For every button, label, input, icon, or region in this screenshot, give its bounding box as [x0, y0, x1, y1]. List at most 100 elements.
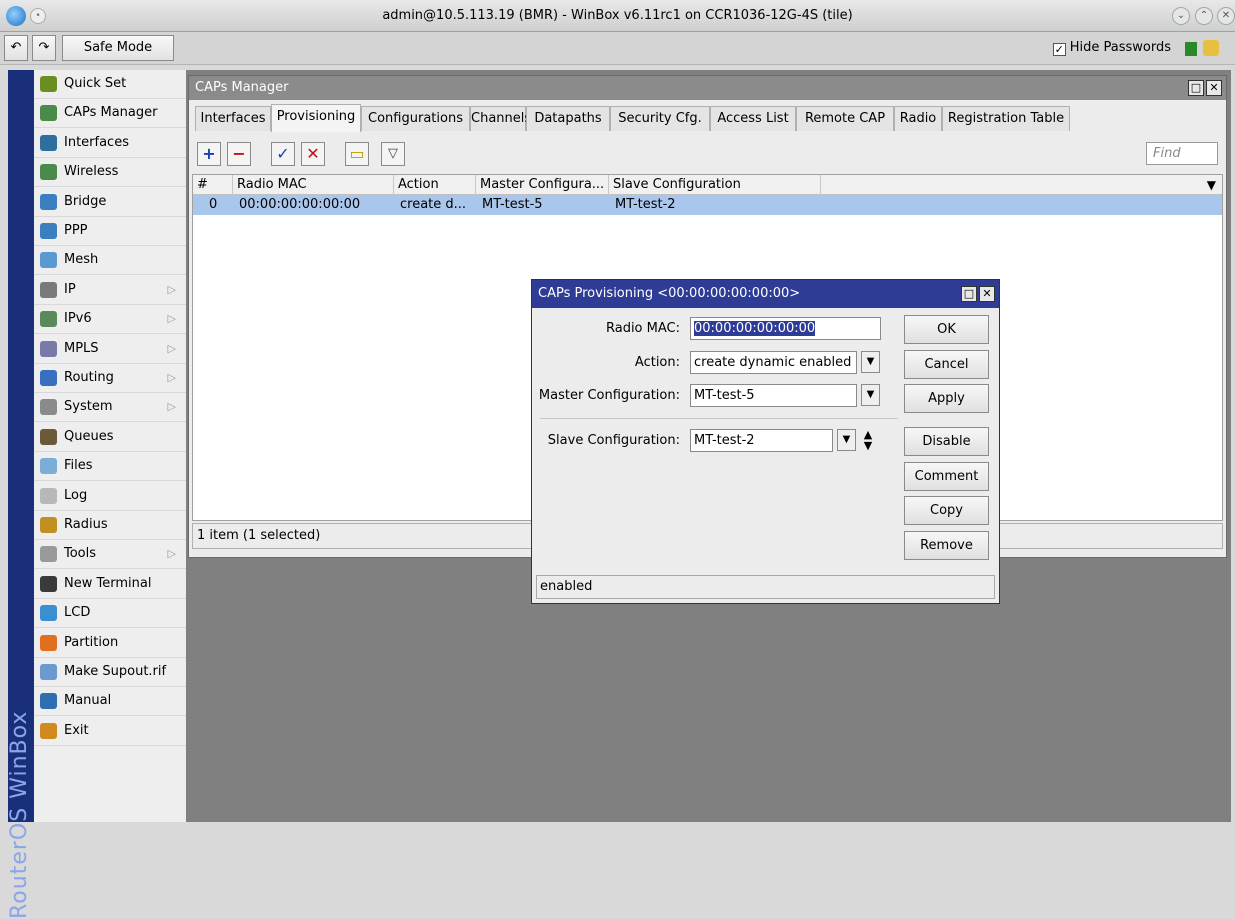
remove-button[interactable]: Remove: [904, 531, 989, 560]
redo-icon: ↷: [38, 40, 50, 55]
table-header: # Radio MAC Action Master Configura... S…: [193, 175, 1222, 195]
dialog-maximize-icon[interactable]: □: [961, 286, 977, 302]
master-dropdown-icon[interactable]: ▼: [861, 384, 880, 406]
cancel-button[interactable]: Cancel: [904, 350, 989, 379]
sidebar-item-ppp[interactable]: PPP: [34, 217, 186, 246]
sidebar-item-mpls[interactable]: MPLS ▷: [34, 335, 186, 364]
action-dropdown-icon[interactable]: ▼: [861, 351, 880, 373]
sidebar-item-label: PPP: [64, 223, 88, 238]
tab-access-list[interactable]: Access List: [710, 106, 796, 131]
tab-registration-table[interactable]: Registration Table: [942, 106, 1070, 131]
ipv6-icon: [40, 311, 57, 328]
sidebar-item-bridge[interactable]: Bridge: [34, 188, 186, 217]
sidebar-item-log[interactable]: Log: [34, 482, 186, 511]
dialog-close-icon[interactable]: ✕: [979, 286, 995, 302]
tab-radio[interactable]: Radio: [894, 106, 942, 131]
lcd-icon: [40, 605, 57, 622]
sidebar-item-interfaces[interactable]: Interfaces: [34, 129, 186, 158]
sidebar-item-lcd[interactable]: LCD: [34, 599, 186, 629]
slave-dropdown-icon[interactable]: ▼: [837, 429, 856, 451]
comment-button[interactable]: Comment: [904, 462, 989, 491]
column-header[interactable]: Action: [394, 175, 476, 195]
sidebar-item-make-supout-rif[interactable]: Make Supout.rif: [34, 658, 186, 687]
sidebar-item-wireless[interactable]: Wireless: [34, 158, 186, 188]
column-header[interactable]: Radio MAC: [233, 175, 394, 195]
tab-remote-cap[interactable]: Remote CAP: [796, 106, 894, 131]
sidebar-item-label: Radius: [64, 517, 108, 532]
sidebar-item-label: Files: [64, 458, 93, 474]
sidebar-item-ipv6[interactable]: IPv6 ▷: [34, 305, 186, 335]
undo-button[interactable]: ↶: [4, 35, 28, 61]
window-maximize-icon[interactable]: □: [1188, 80, 1204, 96]
maximize-icon[interactable]: ⌃: [1195, 7, 1213, 25]
action-select[interactable]: create dynamic enabled: [690, 351, 857, 374]
columns-dropdown-icon[interactable]: ▼: [1207, 175, 1216, 195]
sidebar-item-label: IPv6: [64, 311, 92, 327]
radio-mac-field[interactable]: 00:00:00:00:00:00: [690, 317, 881, 340]
disable-button[interactable]: Disable: [904, 427, 989, 456]
window-close-icon[interactable]: ✕: [1206, 80, 1222, 96]
cell-action: create d...: [400, 197, 467, 212]
disable-button[interactable]: ✕: [301, 142, 325, 166]
tab-security-cfg[interactable]: Security Cfg.: [610, 106, 710, 131]
tab-provisioning[interactable]: Provisioning: [271, 104, 361, 132]
enable-button[interactable]: ✓: [271, 142, 295, 166]
hide-passwords-checkbox[interactable]: ✓ Hide Passwords: [1052, 40, 1171, 56]
safe-mode-button[interactable]: Safe Mode: [62, 35, 174, 61]
sidebar-item-caps-manager[interactable]: CAPs Manager: [34, 99, 186, 129]
column-header[interactable]: #: [193, 175, 233, 195]
close-icon[interactable]: ✕: [1217, 7, 1235, 25]
cell-slave-config: MT-test-2: [615, 197, 676, 212]
connection-status-icon: [1185, 42, 1197, 56]
sidebar-item-label: Quick Set: [64, 76, 127, 91]
add-button[interactable]: +: [197, 142, 221, 166]
routing-icon: [40, 370, 57, 386]
slave-configuration-select[interactable]: MT-test-2: [690, 429, 833, 452]
column-header[interactable]: Master Configura...: [476, 175, 609, 195]
remove-button[interactable]: −: [227, 142, 251, 166]
sidebar-item-exit[interactable]: Exit: [34, 717, 186, 746]
sidebar-item-radius[interactable]: Radius: [34, 511, 186, 540]
sidebar-item-partition[interactable]: Partition: [34, 629, 186, 658]
sidebar-item-ip[interactable]: IP ▷: [34, 276, 186, 305]
copy-button[interactable]: Copy: [904, 496, 989, 525]
tab-channels[interactable]: Channels: [470, 106, 531, 131]
sidebar-item-system[interactable]: System ▷: [34, 393, 186, 423]
mpls-icon: [40, 340, 57, 357]
sidebar-item-new-terminal[interactable]: New Terminal: [34, 570, 186, 599]
sidebar-item-label: Log: [64, 487, 88, 503]
master-configuration-select[interactable]: MT-test-5: [690, 384, 857, 407]
table-row[interactable]: 0 00:00:00:00:00:00 create d... MT-test-…: [193, 195, 1222, 215]
sidebar-item-quick-set[interactable]: Quick Set: [34, 70, 186, 99]
sidebar-item-label: Make Supout.rif: [64, 664, 167, 679]
filter-button[interactable]: ▽: [381, 142, 405, 166]
sidebar-item-tools[interactable]: Tools ▷: [34, 540, 186, 570]
brand-bar: RouterOS WinBox: [7, 70, 34, 919]
tab-datapaths[interactable]: Datapaths: [526, 106, 610, 131]
radio-mac-label: Radio MAC:: [605, 321, 680, 336]
comment-button[interactable]: ▭: [345, 142, 369, 166]
radius-icon: [40, 517, 57, 533]
redo-button[interactable]: ↷: [32, 35, 56, 61]
sidebar-item-routing[interactable]: Routing ▷: [34, 364, 186, 393]
title-bar: • admin@10.5.113.19 (BMR) - WinBox v6.11…: [0, 0, 1235, 32]
tab-interfaces[interactable]: Interfaces: [195, 106, 271, 131]
cell-radio-mac: 00:00:00:00:00:00: [239, 197, 361, 212]
undo-icon: ↶: [10, 40, 22, 55]
sidebar-item-manual[interactable]: Manual: [34, 687, 186, 717]
lock-icon: [1203, 40, 1219, 56]
minimize-icon[interactable]: ⌄: [1172, 7, 1190, 25]
find-input[interactable]: Find: [1146, 142, 1218, 165]
sidebar-item-queues[interactable]: Queues: [34, 423, 186, 452]
mesh-icon: [40, 252, 57, 269]
apply-button[interactable]: Apply: [904, 384, 989, 413]
window-title: admin@10.5.113.19 (BMR) - WinBox v6.11rc…: [382, 8, 853, 23]
antenna-icon: [40, 164, 57, 181]
radio-mac-value: 00:00:00:00:00:00: [694, 321, 816, 336]
column-header[interactable]: Slave Configuration: [609, 175, 821, 195]
tab-configurations[interactable]: Configurations: [361, 106, 470, 131]
sidebar-item-files[interactable]: Files: [34, 452, 186, 482]
add-remove-arrows-icon[interactable]: ▲ ▼: [861, 429, 875, 451]
ok-button[interactable]: OK: [904, 315, 989, 344]
sidebar-item-mesh[interactable]: Mesh: [34, 246, 186, 276]
